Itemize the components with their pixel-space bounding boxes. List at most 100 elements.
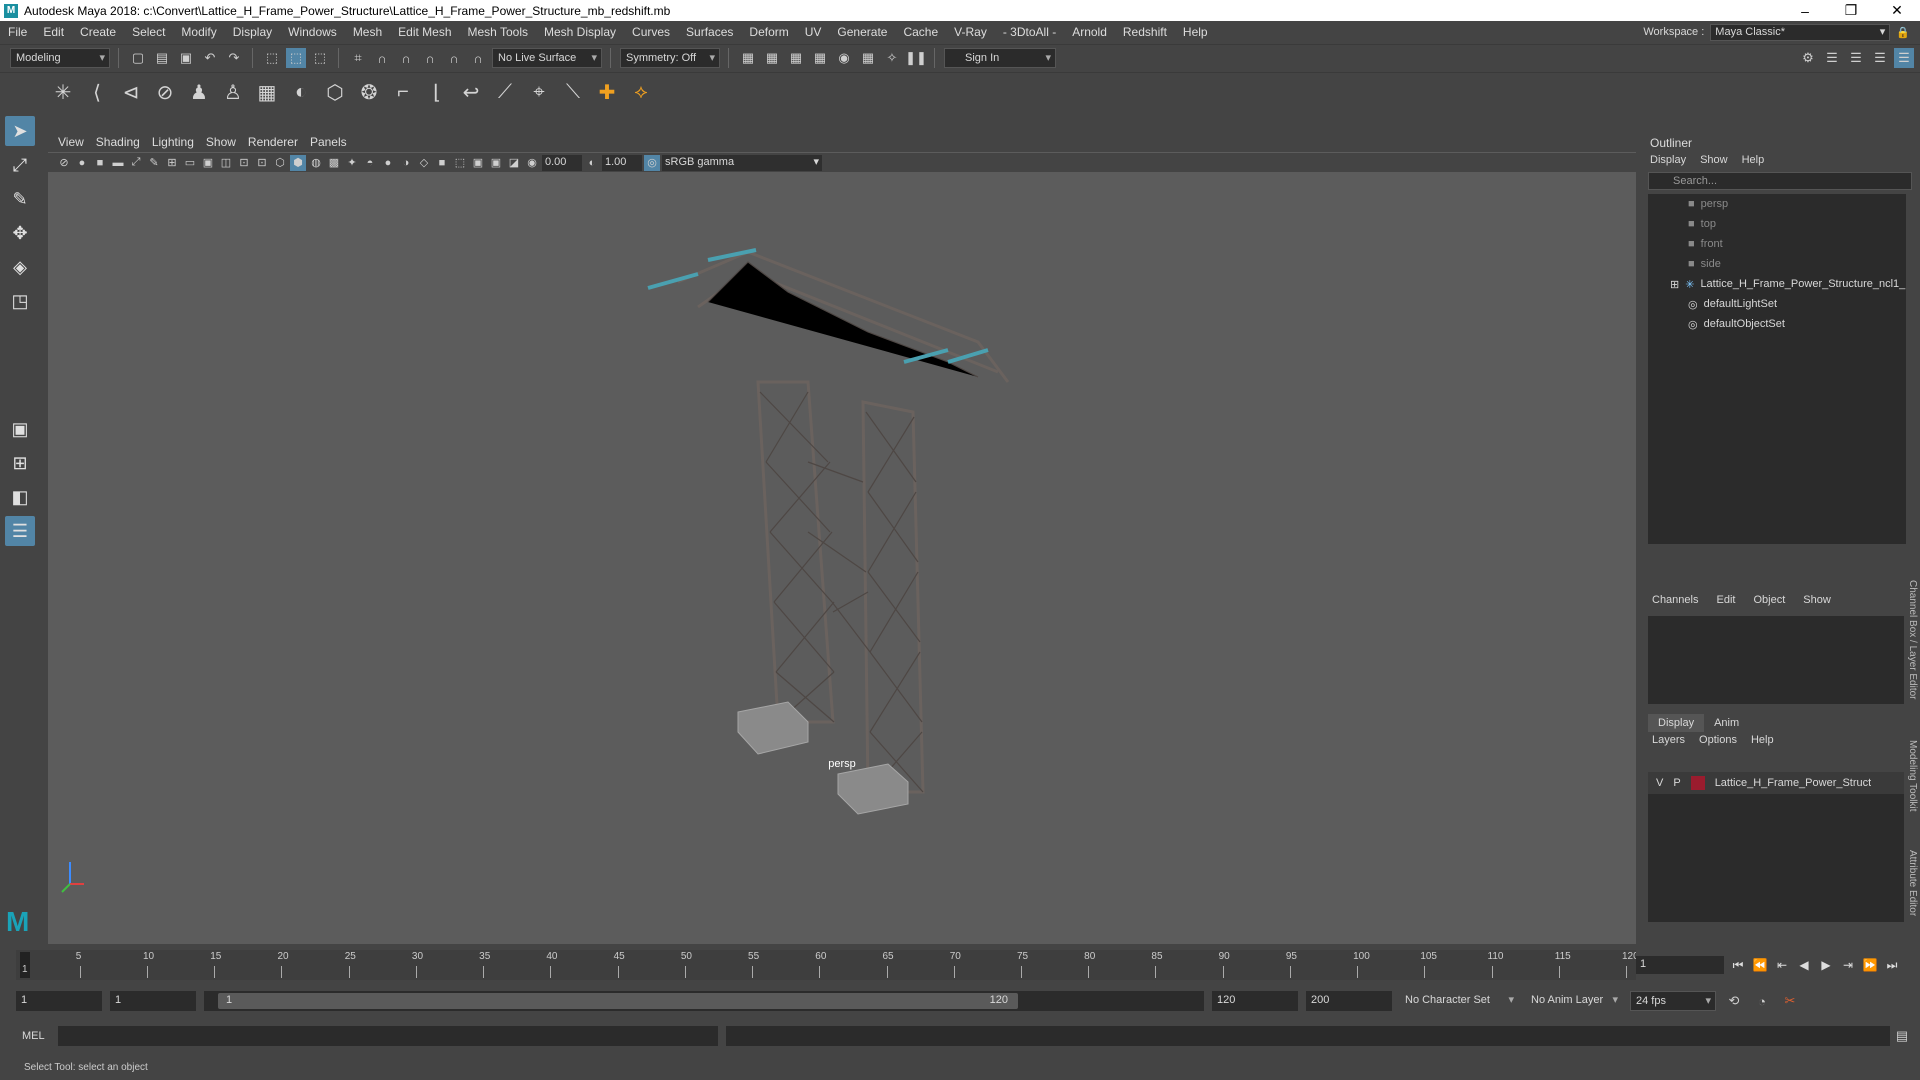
depth-of-field-icon[interactable]: ■ xyxy=(434,155,450,171)
use-default-material-icon[interactable]: ◍ xyxy=(308,155,324,171)
layer-visibility-toggle[interactable]: V xyxy=(1656,777,1663,789)
four-view-layout-icon[interactable]: ⊞ xyxy=(5,448,35,478)
wireframe-icon[interactable]: ⬡ xyxy=(272,155,288,171)
tab-display[interactable]: Display xyxy=(1648,714,1705,732)
side-tab-modeling-toolkit[interactable]: Modeling Toolkit xyxy=(1907,740,1918,812)
select-camera-icon[interactable]: ⊘ xyxy=(56,155,72,171)
resolution-gate-icon[interactable]: ▣ xyxy=(200,155,216,171)
viewport-menu-show[interactable]: Show xyxy=(206,135,248,149)
render-setup-icon[interactable]: ▦ xyxy=(858,48,878,68)
sculpt-deformer-icon[interactable]: ❂ xyxy=(356,80,382,106)
channel-box-menu-edit[interactable]: Edit xyxy=(1716,594,1735,606)
menu-file[interactable]: File xyxy=(0,25,35,39)
outliner-list[interactable]: ■ persp ■ top ■ front ■ side ⊞ ✳ Lattice_H_Fra… xyxy=(1648,194,1906,544)
animation-prefs-icon[interactable]: ✂ xyxy=(1780,991,1800,1011)
playback-start-field[interactable]: 1 xyxy=(110,991,196,1011)
time-slider[interactable]: 1 5 10 15 20 25 30 35 40 45 50 55 60 65 70 75 80 85 90 95 1… xyxy=(16,950,1639,980)
screen-space-ao-icon[interactable]: ● xyxy=(380,155,396,171)
snap-grid-icon[interactable]: ⌗ xyxy=(348,48,368,68)
character-set-dropdown[interactable]: No Character Set xyxy=(1400,991,1518,1011)
snap-surface-icon[interactable]: ∩ xyxy=(444,48,464,68)
parent-constraint-icon[interactable]: ⟡ xyxy=(628,80,654,106)
rotate-tool-icon[interactable]: ◈ xyxy=(5,252,35,282)
outliner-toggle-icon[interactable]: ☰ xyxy=(1894,48,1914,68)
grid-icon[interactable]: ⊞ xyxy=(164,155,180,171)
lattice-icon[interactable]: ▦ xyxy=(254,80,280,106)
gate-mask-icon[interactable]: ◫ xyxy=(218,155,234,171)
menu-help[interactable]: Help xyxy=(1175,25,1216,39)
human-ik-icon[interactable]: ♙ xyxy=(220,80,246,106)
select-by-component-icon[interactable]: ⬚ xyxy=(310,48,330,68)
cluster-icon[interactable]: ◐ xyxy=(288,80,314,106)
camera-attributes-icon[interactable]: ● xyxy=(74,155,90,171)
menu-cache[interactable]: Cache xyxy=(895,25,946,39)
display-layer-row[interactable]: V P Lattice_H_Frame_Power_Struct xyxy=(1648,772,1904,794)
outliner-item-top[interactable]: ■ top xyxy=(1648,214,1906,234)
outliner-item-side[interactable]: ■ side xyxy=(1648,254,1906,274)
step-back-key-icon[interactable]: ⏪ xyxy=(1752,958,1768,972)
wire-deformer-icon[interactable]: ⌖ xyxy=(526,80,552,106)
live-surface-field[interactable]: No Live Surface xyxy=(492,48,602,68)
gamma-icon[interactable]: ◐ xyxy=(584,155,600,171)
menu-3dtoall[interactable]: - 3DtoAll - xyxy=(995,25,1064,39)
curve-warp-icon[interactable]: ↩ xyxy=(458,80,484,106)
expand-icon[interactable]: ⊞ xyxy=(1670,278,1679,291)
layer-color-swatch[interactable] xyxy=(1690,776,1705,790)
menu-redshift[interactable]: Redshift xyxy=(1115,25,1175,39)
film-gate-icon[interactable]: ▭ xyxy=(182,155,198,171)
step-forward-key-icon[interactable]: ⏩ xyxy=(1862,958,1878,972)
channel-box-toggle-icon[interactable]: ☰ xyxy=(1870,48,1890,68)
menu-set-dropdown[interactable]: Modeling xyxy=(10,48,110,68)
soft-mod-icon[interactable]: ⟍ xyxy=(560,80,586,106)
menu-mesh-display[interactable]: Mesh Display xyxy=(536,25,624,39)
outliner-item-front[interactable]: ■ front xyxy=(1648,234,1906,254)
smooth-shade-icon[interactable]: ⬢ xyxy=(290,154,306,171)
wrap-icon[interactable]: ⬡ xyxy=(322,80,348,106)
outliner-search-input[interactable]: Search... xyxy=(1648,172,1912,190)
color-management-icon[interactable]: ◎ xyxy=(644,154,660,171)
ipr-render-icon[interactable]: ▦ xyxy=(786,48,806,68)
menu-surfaces[interactable]: Surfaces xyxy=(678,25,741,39)
single-perspective-layout-icon[interactable]: ▣ xyxy=(5,414,35,444)
select-by-object-icon[interactable]: ⬚ xyxy=(286,48,306,68)
textured-icon[interactable]: ▩ xyxy=(326,155,342,171)
menu-modify[interactable]: Modify xyxy=(173,25,224,39)
motion-blur-icon[interactable]: ◑ xyxy=(398,155,414,171)
side-tab-channel-box[interactable]: Channel Box / Layer Editor xyxy=(1907,580,1918,700)
go-to-end-icon[interactable]: ⏭ xyxy=(1884,958,1900,973)
outliner-menu-show[interactable]: Show xyxy=(1700,154,1728,166)
new-scene-icon[interactable]: ▢ xyxy=(128,48,148,68)
select-by-hierarchy-icon[interactable]: ⬚ xyxy=(262,48,282,68)
menu-edit-mesh[interactable]: Edit Mesh xyxy=(390,25,459,39)
minimize-button[interactable]: – xyxy=(1782,3,1828,19)
mel-label[interactable]: MEL xyxy=(22,1030,50,1042)
ik-handle-icon[interactable]: ⟨ xyxy=(84,80,110,106)
channel-box-menu-channels[interactable]: Channels xyxy=(1652,594,1698,606)
lasso-tool-icon[interactable]: ⤢ xyxy=(5,150,35,180)
snap-point-icon[interactable]: ∩ xyxy=(396,48,416,68)
ik-spline-icon[interactable]: ⊲ xyxy=(118,80,144,106)
grease-pencil-icon[interactable]: ✎ xyxy=(146,155,162,171)
render-settings-icon[interactable]: ▦ xyxy=(810,48,830,68)
script-editor-icon[interactable]: ▤ xyxy=(1892,1026,1912,1046)
anim-layer-dropdown[interactable]: No Anim Layer xyxy=(1526,991,1622,1011)
two-pane-layout-icon[interactable]: ◧ xyxy=(5,482,35,512)
menu-windows[interactable]: Windows xyxy=(280,25,345,39)
layer-playback-toggle[interactable]: P xyxy=(1673,777,1680,789)
outliner-menu-display[interactable]: Display xyxy=(1650,154,1686,166)
xray-components-icon[interactable]: ◪ xyxy=(506,155,522,171)
range-slider-handle[interactable] xyxy=(218,993,1018,1009)
menu-mesh[interactable]: Mesh xyxy=(345,25,390,39)
layer-name[interactable]: Lattice_H_Frame_Power_Struct xyxy=(1715,777,1872,789)
outliner-item-default-light-set[interactable]: ◎ defaultLightSet xyxy=(1648,294,1906,314)
nonlinear-deformer-icon[interactable]: ⟋ xyxy=(492,80,518,106)
locator-icon[interactable]: ✚ xyxy=(594,80,620,106)
quick-rig-icon[interactable]: ♟ xyxy=(186,80,212,106)
menu-select[interactable]: Select xyxy=(124,25,173,39)
loop-icon[interactable]: ⟲ xyxy=(1724,991,1744,1011)
sign-in-button[interactable]: Sign In xyxy=(944,48,1056,68)
animation-end-field[interactable]: 200 xyxy=(1306,991,1392,1011)
hypershade-icon[interactable]: ◉ xyxy=(834,48,854,68)
menu-edit[interactable]: Edit xyxy=(35,25,72,39)
outliner-item-default-object-set[interactable]: ◎ defaultObjectSet xyxy=(1648,314,1906,334)
